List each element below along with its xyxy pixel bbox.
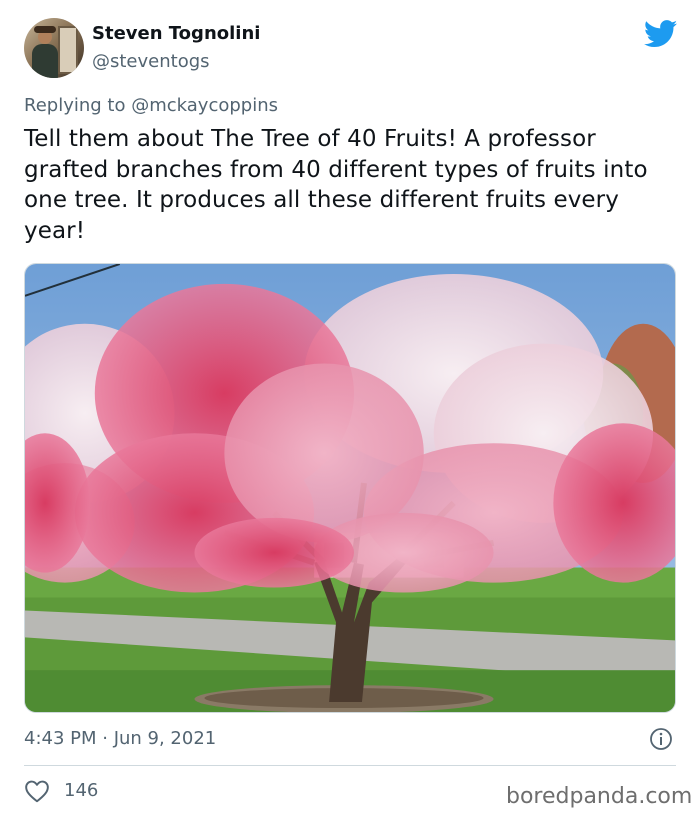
heart-icon[interactable] — [24, 779, 50, 803]
watermark: boredpanda.com — [506, 784, 693, 809]
flowering-tree-photo — [25, 264, 675, 712]
reply-context: Replying to @mckaycoppins — [24, 95, 278, 116]
tweet-photo[interactable] — [24, 263, 676, 713]
reply-mention-link[interactable]: @mckaycoppins — [131, 95, 278, 116]
avatar-person-hat — [34, 26, 56, 33]
tweet-text: Tell them about The Tree of 40 Fruits! A… — [24, 126, 648, 244]
tweet-timestamp[interactable]: 4:43 PM · Jun 9, 2021 — [24, 728, 216, 749]
author-avatar[interactable] — [24, 18, 84, 78]
divider — [24, 765, 676, 766]
like-count: 146 — [64, 780, 99, 801]
twitter-bird-icon[interactable] — [644, 20, 678, 48]
author-handle[interactable]: @steventogs — [92, 51, 210, 72]
avatar-shelf — [58, 26, 78, 74]
info-icon[interactable] — [649, 727, 673, 751]
avatar-person-body — [32, 44, 58, 78]
reply-prefix: Replying to — [24, 95, 126, 116]
author-display-name[interactable]: Steven Tognolini — [92, 23, 260, 44]
